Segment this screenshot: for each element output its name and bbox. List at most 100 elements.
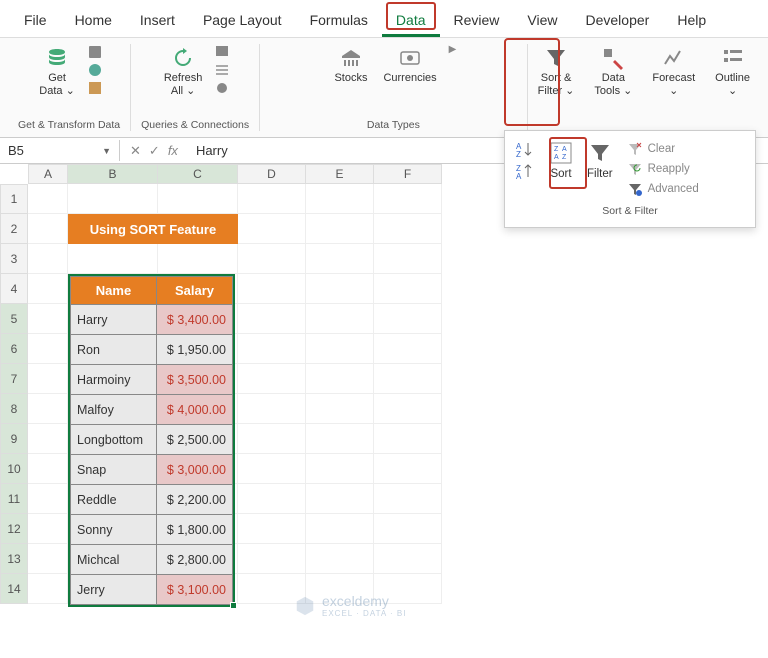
row-header-2[interactable]: 2 [0, 214, 28, 244]
sort-filter-dropdown: AZ ZA ZAAZ Sort Filter Clear Reapply Adv… [504, 130, 756, 228]
cell-name[interactable]: Harmoiny [71, 365, 157, 395]
row-header-5[interactable]: 5 [0, 304, 28, 334]
cell-salary[interactable]: $ 3,500.00 [157, 365, 233, 395]
tab-page-layout[interactable]: Page Layout [189, 6, 296, 37]
advanced-button[interactable]: Advanced [627, 181, 699, 197]
cell-name[interactable]: Jerry [71, 575, 157, 605]
row-header-11[interactable]: 11 [0, 484, 28, 514]
cell-salary[interactable]: $ 3,000.00 [157, 455, 233, 485]
from-web-icon[interactable] [87, 62, 103, 78]
table-row[interactable]: Jerry$ 3,100.00 [71, 575, 233, 605]
name-box[interactable]: B5▼ [0, 140, 120, 161]
tab-developer[interactable]: Developer [572, 6, 664, 37]
cell-salary[interactable]: $ 2,800.00 [157, 545, 233, 575]
row-header-8[interactable]: 8 [0, 394, 28, 424]
row-header-12[interactable]: 12 [0, 514, 28, 544]
reapply-icon [627, 161, 643, 177]
table-row[interactable]: Harry$ 3,400.00 [71, 305, 233, 335]
row-header-6[interactable]: 6 [0, 334, 28, 364]
table-row[interactable]: Malfoy$ 4,000.00 [71, 395, 233, 425]
clear-button[interactable]: Clear [627, 141, 699, 157]
col-header-F[interactable]: F [374, 164, 442, 184]
table-row[interactable]: Ron$ 1,950.00 [71, 335, 233, 365]
header-name[interactable]: Name [71, 277, 157, 305]
col-header-E[interactable]: E [306, 164, 374, 184]
cell-salary[interactable]: $ 1,800.00 [157, 515, 233, 545]
tab-help[interactable]: Help [663, 6, 720, 37]
tab-file[interactable]: File [10, 6, 61, 37]
currency-icon [398, 46, 422, 70]
currencies-button[interactable]: Currencies [379, 44, 440, 87]
svg-text:Z: Z [554, 146, 559, 153]
cancel-icon[interactable]: ✕ [130, 143, 141, 159]
data-tools-button[interactable]: Data Tools ⌄ [590, 44, 636, 100]
table-row[interactable]: Snap$ 3,000.00 [71, 455, 233, 485]
forecast-button[interactable]: Forecast ⌄ [648, 44, 699, 100]
col-header-A[interactable]: A [28, 164, 68, 184]
table-row[interactable]: Reddle$ 2,200.00 [71, 485, 233, 515]
cell-name[interactable]: Ron [71, 335, 157, 365]
sort-filter-button[interactable]: Sort & Filter ⌄ [534, 44, 579, 100]
outline-icon [721, 46, 745, 70]
confirm-icon[interactable]: ✓ [149, 143, 160, 159]
cell-name[interactable]: Reddle [71, 485, 157, 515]
sort-za-icon: ZA [515, 163, 535, 181]
cell-salary[interactable]: $ 1,950.00 [157, 335, 233, 365]
col-header-C[interactable]: C [158, 164, 238, 184]
group-label-datatypes: Data Types [367, 119, 420, 131]
col-header-B[interactable]: B [68, 164, 158, 184]
bank-icon [339, 46, 363, 70]
tab-formulas[interactable]: Formulas [296, 6, 382, 37]
cell-name[interactable]: Longbottom [71, 425, 157, 455]
sort-custom-button[interactable]: ZAAZ Sort [549, 141, 573, 180]
tab-review[interactable]: Review [440, 6, 514, 37]
from-text-icon[interactable] [87, 44, 103, 60]
cell-name[interactable]: Sonny [71, 515, 157, 545]
table-row[interactable]: Harmoiny$ 3,500.00 [71, 365, 233, 395]
ribbon: Get Data ⌄ Get & Transform Data Refresh … [0, 38, 768, 138]
reapply-button[interactable]: Reapply [627, 161, 699, 177]
queries-icon[interactable] [214, 44, 230, 60]
sort-za-button[interactable]: ZA [515, 163, 535, 181]
get-data-button[interactable]: Get Data ⌄ [35, 44, 79, 100]
refresh-all-button[interactable]: Refresh All ⌄ [160, 44, 207, 100]
cell-salary[interactable]: $ 2,500.00 [157, 425, 233, 455]
row-header-10[interactable]: 10 [0, 454, 28, 484]
row-header-14[interactable]: 14 [0, 574, 28, 604]
table-row[interactable]: Michcal$ 2,800.00 [71, 545, 233, 575]
tab-view[interactable]: View [513, 6, 571, 37]
title-cell[interactable]: Using SORT Feature [68, 214, 238, 244]
filter-button[interactable]: Filter [587, 141, 613, 180]
stocks-button[interactable]: Stocks [330, 44, 371, 87]
sort-az-button[interactable]: AZ [515, 141, 535, 159]
cell-name[interactable]: Malfoy [71, 395, 157, 425]
cell-salary[interactable]: $ 3,100.00 [157, 575, 233, 605]
row-header-3[interactable]: 3 [0, 244, 28, 274]
cell-salary[interactable]: $ 2,200.00 [157, 485, 233, 515]
cell-name[interactable]: Harry [71, 305, 157, 335]
table-row[interactable]: Sonny$ 1,800.00 [71, 515, 233, 545]
table-row[interactable]: Longbottom$ 2,500.00 [71, 425, 233, 455]
edit-links-icon[interactable] [214, 80, 230, 96]
selection-handle[interactable] [230, 602, 237, 609]
row-header-9[interactable]: 9 [0, 424, 28, 454]
sort-az-icon: AZ [515, 141, 535, 159]
row-header-13[interactable]: 13 [0, 544, 28, 574]
chevron-right-icon[interactable]: ▶ [449, 44, 457, 55]
row-header-7[interactable]: 7 [0, 364, 28, 394]
properties-icon[interactable] [214, 62, 230, 78]
cell-name[interactable]: Snap [71, 455, 157, 485]
tab-insert[interactable]: Insert [126, 6, 189, 37]
col-header-D[interactable]: D [238, 164, 306, 184]
outline-button[interactable]: Outline ⌄ [711, 44, 754, 100]
tab-data[interactable]: Data [382, 6, 440, 37]
row-header-1[interactable]: 1 [0, 184, 28, 214]
row-header-4[interactable]: 4 [0, 274, 28, 304]
cell-salary[interactable]: $ 4,000.00 [157, 395, 233, 425]
header-salary[interactable]: Salary [157, 277, 233, 305]
tab-home[interactable]: Home [61, 6, 126, 37]
from-table-icon[interactable] [87, 80, 103, 96]
fx-icon[interactable]: fx [168, 143, 178, 159]
cell-salary[interactable]: $ 3,400.00 [157, 305, 233, 335]
cell-name[interactable]: Michcal [71, 545, 157, 575]
